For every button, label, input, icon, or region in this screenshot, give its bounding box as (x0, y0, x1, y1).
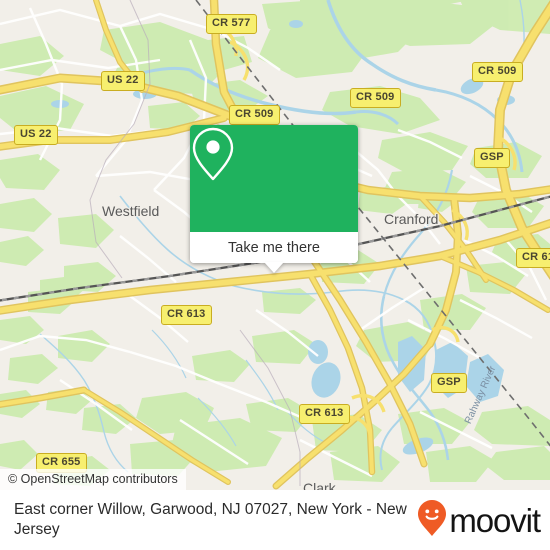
road-shield-gsp-north: GSP (474, 148, 510, 168)
bottom-bar: East corner Willow, Garwood, NJ 07027, N… (0, 490, 550, 550)
moovit-map-page: Westfield Cranford Clark Rahway River CR… (0, 0, 550, 550)
road-shield-cr-577: CR 577 (206, 14, 257, 34)
road-shield-us-22-west: US 22 (14, 125, 58, 145)
road-shield-cr-509-center: CR 509 (350, 88, 401, 108)
road-shield-cr-509-east: CR 509 (472, 62, 523, 82)
place-label-clark: Clark (303, 480, 336, 490)
popup-footer[interactable]: Take me there (190, 232, 358, 263)
map-attribution[interactable]: © OpenStreetMap contributors (0, 469, 186, 490)
moovit-wordmark: moovit (449, 501, 541, 539)
road-shield-cr-613-west: CR 613 (161, 305, 212, 325)
moovit-logo: moovit (417, 499, 541, 542)
place-label-westfield: Westfield (102, 203, 160, 219)
take-me-there-label: Take me there (228, 239, 320, 256)
road-shield-cr-613-south: CR 613 (299, 404, 350, 424)
road-shield-gsp-south: GSP (431, 373, 467, 393)
place-label-cranford: Cranford (384, 211, 439, 227)
popup-tail-pointer (264, 262, 284, 273)
location-title: East corner Willow, Garwood, NJ 07027, N… (14, 501, 407, 538)
moovit-pin-icon (417, 499, 447, 542)
popup-media-area (190, 125, 358, 232)
map-canvas[interactable]: Westfield Cranford Clark Rahway River CR… (0, 0, 550, 490)
location-popup-card[interactable]: Take me there (190, 125, 358, 273)
road-shield-us-22-north: US 22 (101, 71, 145, 91)
road-shield-cr-617: CR 617 (516, 248, 550, 268)
road-shield-cr-509-west: CR 509 (229, 105, 280, 125)
